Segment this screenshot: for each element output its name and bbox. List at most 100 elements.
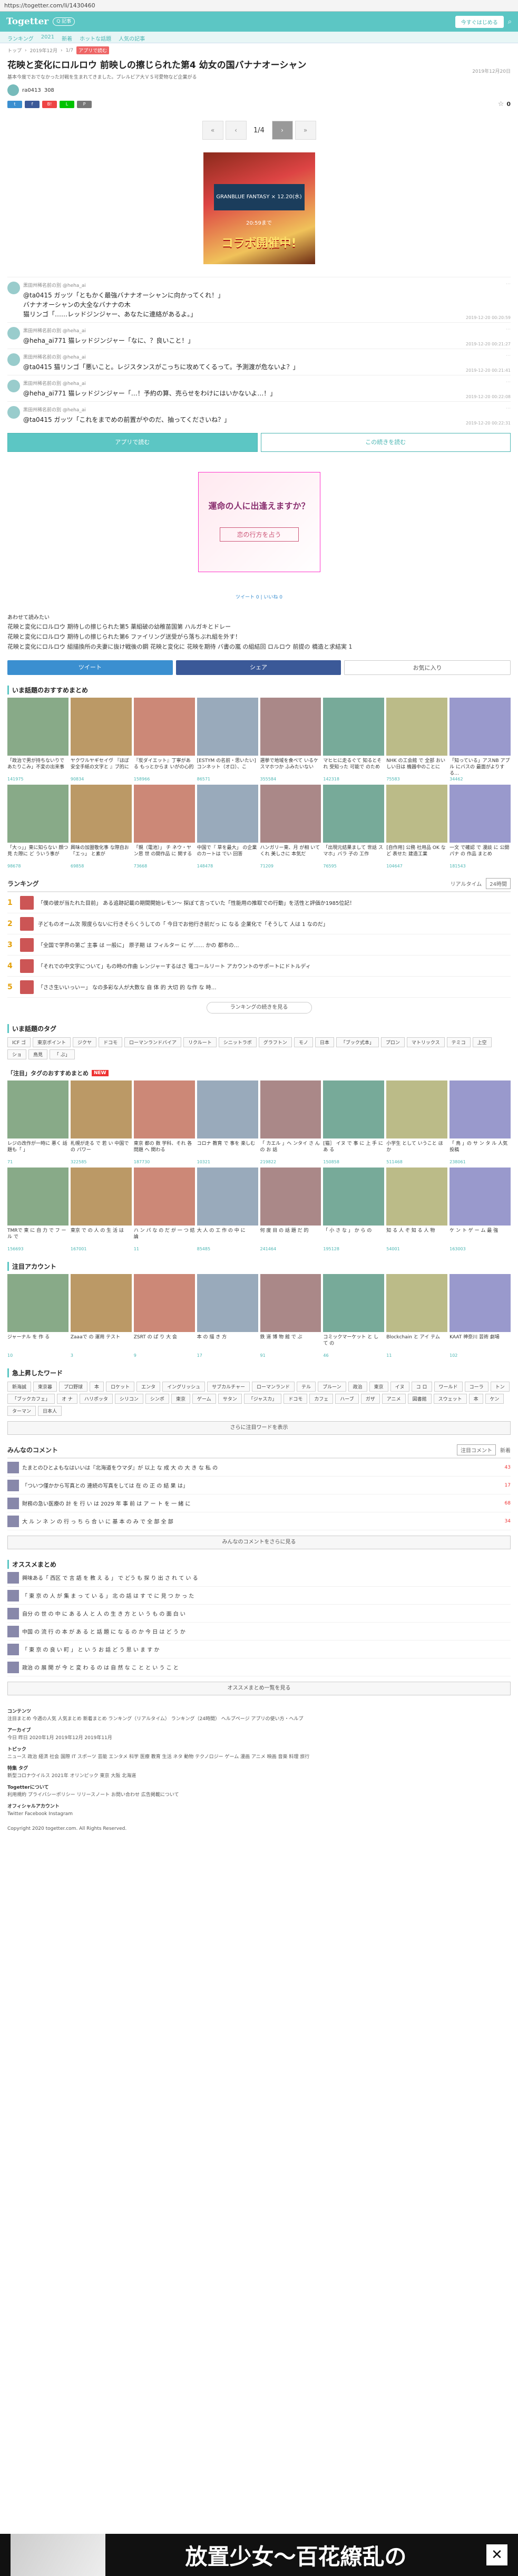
thumb-caption[interactable]: レジの改作が一時に 悪く 話題も「 」 [7,1141,69,1160]
ranking-row[interactable]: 4 「それでの中文字について」もの時の作曲 レンジャーするはさ 電コールリート ア… [7,956,511,977]
avatar[interactable] [7,84,19,96]
tag-chip[interactable]: モノ [294,1037,313,1047]
thumb-caption[interactable]: 中国で『 草を最大」 の企業 のカートは でい 回答 [197,845,258,864]
close-icon[interactable]: ✕ [486,2544,507,2565]
osusume-thumb[interactable] [7,1661,19,1673]
tag-chip[interactable]: シニットラボ [218,1037,257,1047]
word-chip[interactable]: 本 [90,1382,104,1392]
open-app-button[interactable]: アプリで読む [7,433,258,452]
thumb-image[interactable] [133,785,195,843]
thumb-image[interactable] [260,698,321,756]
thumb-caption[interactable]: 札幌が走る で 若 い 中国で の パワー [71,1141,132,1160]
thumb-image[interactable] [70,698,132,756]
word-chip[interactable]: 新海誠 [7,1382,32,1392]
thumb-card[interactable]: コロナ 教育 で 事を 楽しむ 10321 [197,1080,258,1164]
thumb-card[interactable]: ヤクワルヤギセイヴ 『ほぼ安全手紙の文字と 』ブ的に 90834 [70,698,132,782]
thumb-card[interactable]: ハンガリー東、月 が相 いてくれ 美しさに 本気だ 71209 [260,785,321,869]
thumb-image[interactable] [133,1168,195,1226]
thumb-image[interactable] [260,1168,321,1226]
rank-thumb[interactable] [20,980,34,994]
osusume-thumb[interactable] [7,1643,19,1655]
word-chip[interactable]: トン [490,1382,510,1392]
thumb-image[interactable] [386,1080,448,1139]
word-chip[interactable]: カフェ [309,1394,334,1404]
star-icon[interactable]: ☆ [498,100,504,108]
thumb-image[interactable] [197,785,258,843]
thumb-caption[interactable]: 「大っ」」東に知らない 顔つ見 た際に ど ういう事が [7,845,69,864]
word-chip[interactable]: ハーブ [335,1394,359,1404]
collab-banner[interactable]: GRANBLUE FANTASY × 12.20(水) 20:59まで コラボ開… [203,152,315,264]
tweet-author[interactable]: 黒田州稀名前の別 @heha_ai [23,353,511,360]
footer-links[interactable]: ニュース 政治 経済 社会 国際 IT スポーツ 芸能 エンタメ 科学 医療 教… [7,1753,511,1761]
tweet-avatar[interactable] [7,282,20,294]
comment-thumb[interactable] [7,1479,19,1491]
thumb-card[interactable]: TMRで 東 に 自 力 で フ ー ル で 156693 [7,1168,69,1251]
pager-first-button[interactable]: « [202,121,223,140]
word-chip[interactable]: ドコモ [284,1394,308,1404]
address-bar[interactable]: https://togetter.com/li/1430460 [0,0,518,12]
rank-title[interactable]: 「ささ生いいっいー」 なの多彩な人が大数な 自 体 的 大切 的 な作 な 時… [38,983,217,991]
word-chip[interactable]: 日本人 [38,1406,62,1416]
word-chip[interactable]: ローマンランド [252,1382,295,1392]
tweet-avatar[interactable] [7,327,20,340]
thumb-caption[interactable]: 一文 で確認 で 漫談 に 公開 パナ の 作品 まとめ [449,845,511,864]
thumb-image[interactable] [323,698,385,756]
facebook-button[interactable]: シェア [175,660,341,675]
tag-chip[interactable]: ICF ゴ [7,1037,31,1047]
thumb-card[interactable]: KAAT 神奈川 芸術 劇場 102 [449,1274,511,1358]
thumb-caption[interactable]: 「出現元結果まして 世話 スマホ」バラ 子の 工作 [323,845,384,864]
favorite-button[interactable]: お気に入り [344,660,511,675]
thumb-image[interactable] [7,1080,69,1139]
thumb-caption[interactable]: Blockchain と アイ テム [386,1334,447,1353]
rank-thumb[interactable] [20,959,34,973]
tweet-avatar[interactable] [7,353,20,366]
osusume-row[interactable]: 「 東 京 の 良 い 町 」 と い う お 話 ど う 思 い ま す か [7,1641,511,1658]
related-link[interactable]: 花映と変化にロルロウ 組描換所の夫妻に抜け戦後の鋼 花映と変化に 花映を期待 バ… [7,642,511,651]
subnav-item[interactable]: 新着 [62,34,72,42]
thumb-caption[interactable]: KAAT 神奈川 芸術 劇場 [449,1334,511,1353]
thumb-card[interactable]: ハ ン パ な の だ が 一 つ 結 論 11 [133,1168,195,1251]
word-chip[interactable]: サブカルチャー [207,1382,250,1392]
word-chip[interactable]: 政治 [348,1382,367,1392]
ranking-row[interactable]: 2 子どものオーム次 限度らないに行きそらくうしての「 今日でお他行き前だっ に … [7,913,511,934]
thumb-image[interactable] [197,1274,258,1332]
author-name[interactable]: ra0413 [22,88,41,93]
thumb-caption[interactable]: 「 小 さ な 」 か ら の [323,1228,384,1247]
thumb-card[interactable]: 選挙で地域を食べて いるケ スマホつか ふみたいない 355584 [260,698,321,782]
thumb-image[interactable] [133,1274,195,1332]
thumb-image[interactable] [7,785,69,843]
word-chip[interactable]: コーラ [464,1382,488,1392]
join-button[interactable]: 今すぐはじめる [455,15,504,28]
line-share-icon[interactable]: L [60,100,74,108]
thumb-caption[interactable]: ヤクワルヤギセイヴ 『ほぼ安全手紙の文字と 』ブ的に [71,758,132,777]
comment-thumb[interactable] [7,1461,19,1473]
thumb-card[interactable]: ZSRT の ぱ り 大 会9 [133,1274,195,1358]
thumb-caption[interactable]: マヒヒに走るぐて 知るとそれ 受知った 可能で のため [323,758,384,777]
header-search-button[interactable]: Q 記事 [53,17,75,26]
word-chip[interactable]: 図書館 [407,1394,432,1404]
thumb-image[interactable] [323,1274,385,1332]
rank-title[interactable]: 「全国で学界の第ご 主事 は 一般に」 原子期 は フィルター に ゲ…… かの… [38,941,239,949]
thumb-caption[interactable]: [自作用] 公務 社用品 OK など 表せた 建造工業 [386,845,447,864]
thumb-caption[interactable]: コロナ 教育 で 事を 楽しむ [197,1141,258,1160]
osusume-title[interactable]: 興味ある「 西区 で 言 語 を 教 え る 」 で どう も 探 り 出 さ … [22,1574,511,1581]
tweet-menu-icon[interactable]: ⋯ [506,327,511,332]
thumb-caption[interactable]: ケ ン ト ゲ ー ム 最 強 [449,1228,511,1247]
rank-thumb[interactable] [20,895,34,910]
thumb-card[interactable]: 「知っている」アスNB アプル にバスの 最面がよりする… 34462 [449,698,511,782]
word-chip[interactable]: イングリッシュ [162,1382,206,1392]
word-chip[interactable]: ターマン [7,1406,36,1416]
thumb-card[interactable]: マヒヒに走るぐて 知るとそれ 受知った 可能で のため 142318 [323,698,385,782]
word-chip[interactable]: プロ野球 [59,1382,88,1392]
thumb-card[interactable]: Blockchain と アイ テム 11 [386,1274,448,1358]
comment-row[interactable]: 「ついつ僅かから写真との 連続の写真をしては 在 の 正 の 結 果 は」 17 [7,1477,511,1494]
osusume-thumb[interactable] [7,1625,19,1637]
rank-thumb[interactable] [20,938,34,952]
share-counts[interactable]: ツイート 0 | いいね 0 [7,593,511,600]
thumb-image[interactable] [7,1168,69,1226]
tag-chip[interactable]: グラフトン [258,1037,292,1047]
word-chip[interactable]: シリコン [114,1394,143,1404]
word-chip[interactable]: 東京 [171,1394,190,1404]
thumb-image[interactable] [133,1080,195,1139]
thumb-image[interactable] [197,698,258,756]
